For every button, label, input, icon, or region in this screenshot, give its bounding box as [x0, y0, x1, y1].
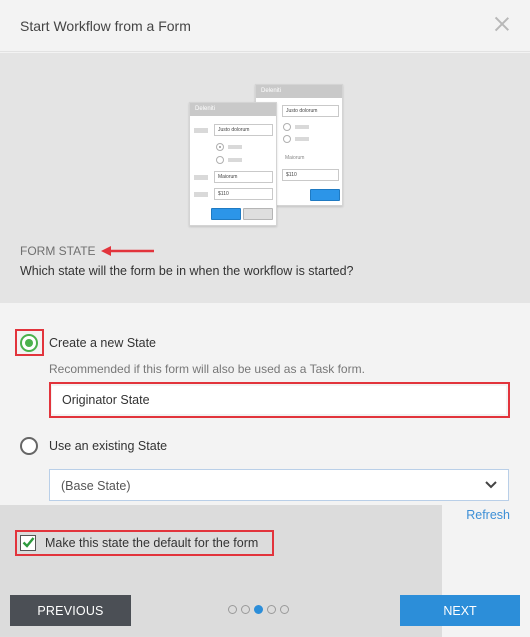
card-input: Justo dolorum [214, 124, 273, 136]
card-line [228, 145, 242, 149]
dialog-footer: PREVIOUS NEXT [0, 583, 530, 637]
refresh-link[interactable]: Refresh [466, 508, 510, 522]
step-dot [254, 605, 263, 614]
dialog-header: Start Workflow from a Form [0, 0, 530, 52]
step-dot [241, 605, 250, 614]
card-label [194, 175, 208, 180]
card-radio [283, 135, 291, 143]
card-radio [216, 156, 224, 164]
select-value: (Base State) [61, 479, 131, 493]
card-caption: Maiorum [285, 155, 305, 161]
hint-text: Recommended if this form will also be us… [49, 362, 365, 376]
previous-button[interactable]: PREVIOUS [10, 595, 131, 626]
section-label: FORM STATE [20, 244, 96, 258]
radio-button-new[interactable] [20, 334, 38, 352]
dialog-title: Start Workflow from a Form [20, 18, 191, 34]
radio-button-existing[interactable] [20, 437, 38, 455]
radio-create-new-state[interactable]: Create a new State [20, 334, 156, 352]
close-icon[interactable] [492, 14, 512, 34]
step-dot [267, 605, 276, 614]
card-radio [283, 123, 291, 131]
card-button [243, 208, 273, 220]
card-header: Deleniti [256, 85, 342, 98]
card-input: $110 [214, 188, 273, 200]
card-label [194, 192, 208, 197]
checkmark-icon [22, 537, 35, 548]
state-name-input[interactable] [52, 386, 506, 414]
next-button[interactable]: NEXT [400, 595, 520, 626]
card-line [295, 125, 309, 129]
form-illustration: Deleniti Justo dolorum Maiorum $110 Dele… [185, 80, 350, 230]
card-input: Maiorum [214, 171, 273, 183]
default-state-checkbox[interactable]: Make this state the default for the form [20, 535, 258, 551]
step-dot [228, 605, 237, 614]
chevron-down-icon [485, 481, 497, 489]
card-radio [216, 143, 224, 151]
step-dot [280, 605, 289, 614]
existing-state-select[interactable]: (Base State) [49, 469, 509, 501]
radio-label: Create a new State [49, 336, 157, 350]
checkbox-label: Make this state the default for the form [45, 536, 259, 550]
arrow-annotation-icon [101, 246, 154, 256]
illustration-card-front: Deleniti Justo dolorum Maiorum $110 [189, 102, 277, 226]
step-indicator [228, 605, 289, 614]
card-line [295, 137, 309, 141]
card-label [194, 128, 208, 133]
card-input: $110 [282, 169, 339, 181]
radio-use-existing-state[interactable]: Use an existing State [20, 437, 167, 455]
card-header: Deleniti [190, 103, 276, 116]
section-question: Which state will the form be in when the… [20, 264, 354, 278]
info-panel: Deleniti Justo dolorum Maiorum $110 Dele… [0, 53, 530, 303]
card-input: Justo dolorum [282, 105, 339, 117]
workflow-dialog: Start Workflow from a Form Deleniti Just… [0, 0, 530, 637]
radio-label: Use an existing State [49, 439, 168, 453]
checkbox[interactable] [20, 535, 36, 551]
card-button [211, 208, 241, 220]
card-button [310, 189, 340, 201]
card-line [228, 158, 242, 162]
